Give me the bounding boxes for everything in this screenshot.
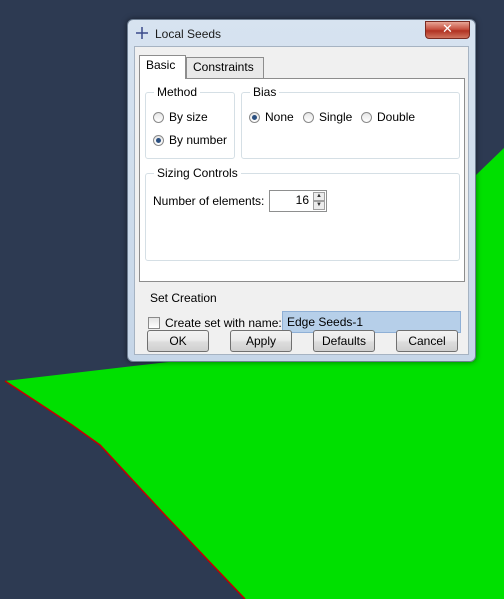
local-seeds-dialog: Local Seeds ✕ Basic Constraints Method B… [127, 19, 476, 362]
create-set-checkbox[interactable] [148, 317, 160, 329]
spin-up-icon[interactable]: ▲ [313, 192, 325, 201]
method-by-number-radio[interactable]: By number [153, 132, 227, 148]
bias-group: Bias None Single Double [241, 85, 460, 159]
set-name-value: Edge Seeds-1 [287, 315, 364, 329]
num-elements-value[interactable]: 16 [296, 193, 309, 207]
radio-label: None [265, 110, 294, 124]
radio-indicator[interactable] [153, 135, 164, 146]
num-elements-label: Number of elements: [153, 194, 265, 208]
cancel-button[interactable]: Cancel [396, 330, 458, 352]
radio-indicator[interactable] [361, 112, 372, 123]
defaults-button[interactable]: Defaults [313, 330, 375, 352]
spin-down-icon[interactable]: ▼ [313, 201, 325, 210]
method-legend: Method [154, 85, 201, 99]
spin-buttons: ▲ ▼ [313, 192, 325, 210]
tab-basic[interactable]: Basic [139, 55, 186, 79]
radio-indicator[interactable] [303, 112, 314, 123]
set-creation-legend: Set Creation [150, 291, 217, 305]
button-label: OK [169, 334, 187, 348]
radio-label: Single [319, 110, 353, 124]
apply-button[interactable]: Apply [230, 330, 292, 352]
dialog-body: Basic Constraints Method By size By numb… [134, 46, 469, 355]
num-elements-spinbox[interactable]: 16 ▲ ▼ [269, 190, 327, 212]
close-button[interactable]: ✕ [425, 21, 470, 39]
button-label: Defaults [321, 334, 367, 348]
sizing-controls-legend: Sizing Controls [154, 166, 241, 180]
button-label: Cancel [408, 334, 446, 348]
bias-none-radio[interactable]: None [249, 109, 294, 125]
create-set-label: Create set with name: [165, 316, 282, 330]
button-label: Apply [245, 334, 277, 348]
basic-tab-panel: Method By size By number Bias None Singl… [139, 78, 465, 282]
sizing-controls-group: Sizing Controls Number of elements: 16 ▲… [145, 166, 460, 261]
tab-constraints[interactable]: Constraints [186, 57, 264, 78]
bias-double-radio[interactable]: Double [361, 109, 415, 125]
dialog-title: Local Seeds [155, 27, 222, 41]
radio-label: By number [169, 133, 228, 147]
close-icon: ✕ [442, 22, 453, 37]
method-group: Method By size By number [145, 85, 235, 159]
method-by-size-radio[interactable]: By size [153, 109, 208, 125]
tab-label: Constraints [193, 60, 254, 74]
bias-legend: Bias [250, 85, 280, 99]
radio-label: By size [169, 110, 208, 124]
bias-single-radio[interactable]: Single [303, 109, 352, 125]
radio-indicator[interactable] [153, 112, 164, 123]
title-bar[interactable]: Local Seeds ✕ [128, 20, 475, 46]
radio-label: Double [377, 110, 416, 124]
ok-button[interactable]: OK [147, 330, 209, 352]
tab-label: Basic [146, 58, 176, 72]
app-crosshair-icon [136, 27, 148, 39]
radio-indicator[interactable] [249, 112, 260, 123]
